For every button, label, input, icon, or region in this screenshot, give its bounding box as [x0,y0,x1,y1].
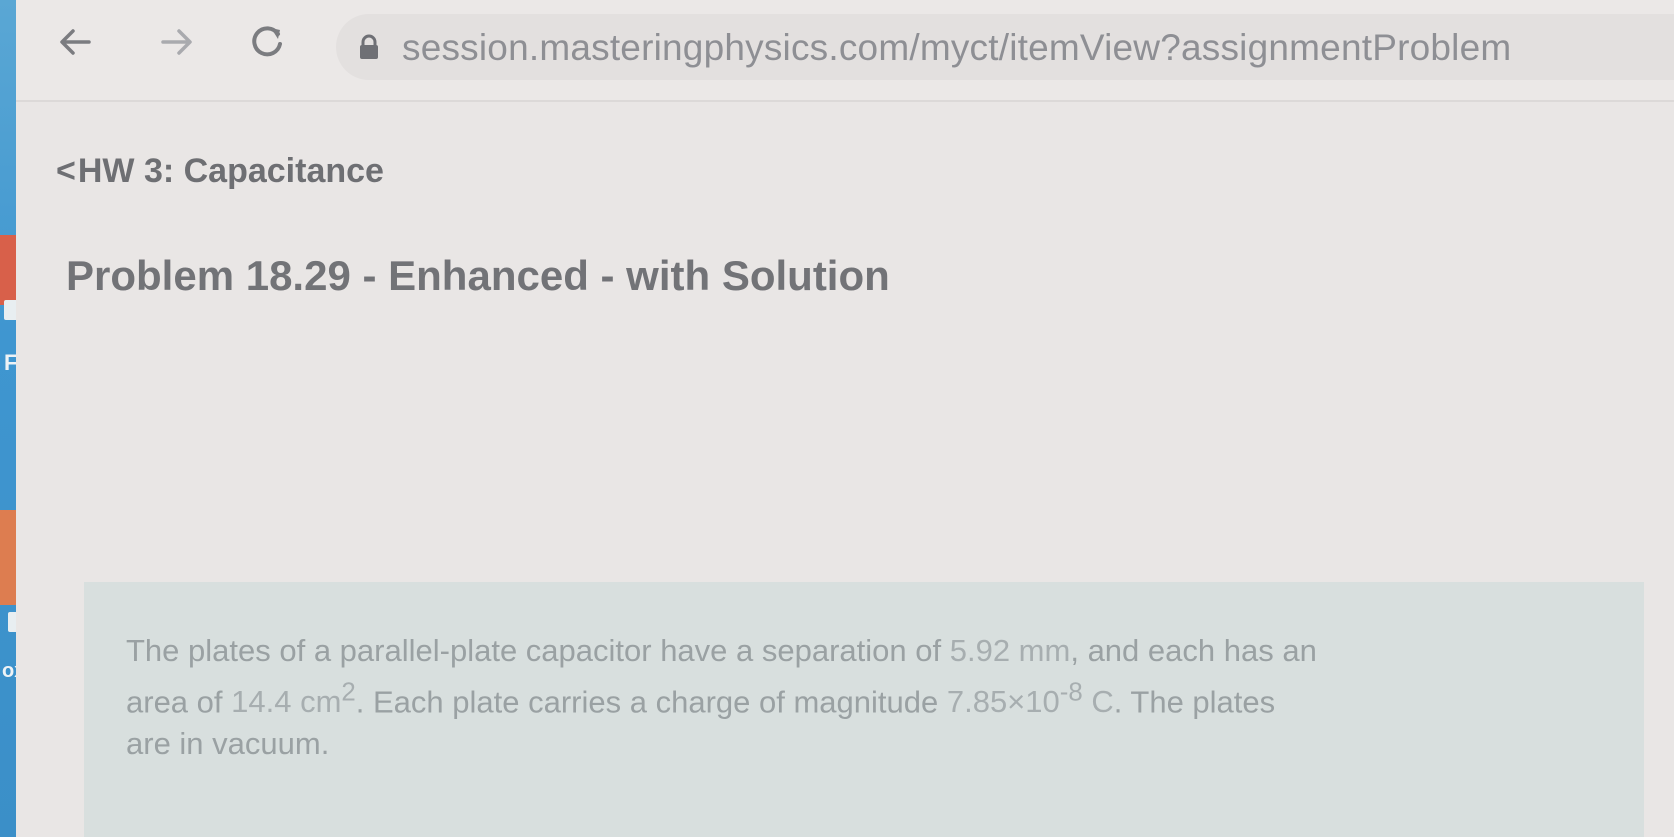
charge-number: 7.85×10 [946,684,1060,720]
breadcrumb[interactable]: <HW 3: Capacitance [56,152,384,191]
problem-text-part: . Each plate carries a charge of magnitu… [355,684,947,720]
problem-text-part: area of [126,684,232,720]
page-content: <HW 3: Capacitance Problem 18.29 - Enhan… [16,102,1674,837]
lock-icon [360,34,378,59]
browser-window: session.masteringphysics.com/myct/itemVi… [16,0,1674,837]
browser-toolbar: session.masteringphysics.com/myct/itemVi… [16,0,1674,102]
chevron-left-icon: < [56,152,76,190]
reload-icon [252,26,282,57]
problem-text-part: are in vacuum. [126,726,330,762]
area-value: 14.4 cm2 [231,679,356,720]
problem-statement-box: The plates of a parallel-plate capacitor… [84,582,1644,837]
problem-text-part: The plates of a parallel-plate capacitor… [126,633,950,668]
problem-text: The plates of a parallel-plate capacitor… [126,630,1596,765]
reload-button[interactable] [244,22,290,68]
breadcrumb-label[interactable]: HW 3: Capacitance [78,152,384,190]
forward-button[interactable] [154,22,200,68]
arrow-left-icon [60,29,91,55]
back-button[interactable] [52,22,98,68]
charge-value: 7.85×10-8 C [946,679,1114,720]
page-title: Problem 18.29 - Enhanced - with Solution [66,252,890,299]
url-text[interactable]: session.masteringphysics.com/myct/itemVi… [402,27,1511,69]
area-exponent: 2 [341,679,356,707]
problem-text-part: , and each has an [1070,633,1317,668]
charge-unit: C [1082,684,1114,720]
area-number: 14.4 cm [231,684,342,720]
charge-exponent: -8 [1059,679,1083,707]
arrow-right-icon [161,29,192,55]
separation-value: 5.92 mm [949,633,1071,668]
address-bar[interactable]: session.masteringphysics.com/myct/itemVi… [336,14,1674,80]
problem-text-part: . The plates [1113,684,1276,720]
screen: F oxi [0,0,1674,837]
